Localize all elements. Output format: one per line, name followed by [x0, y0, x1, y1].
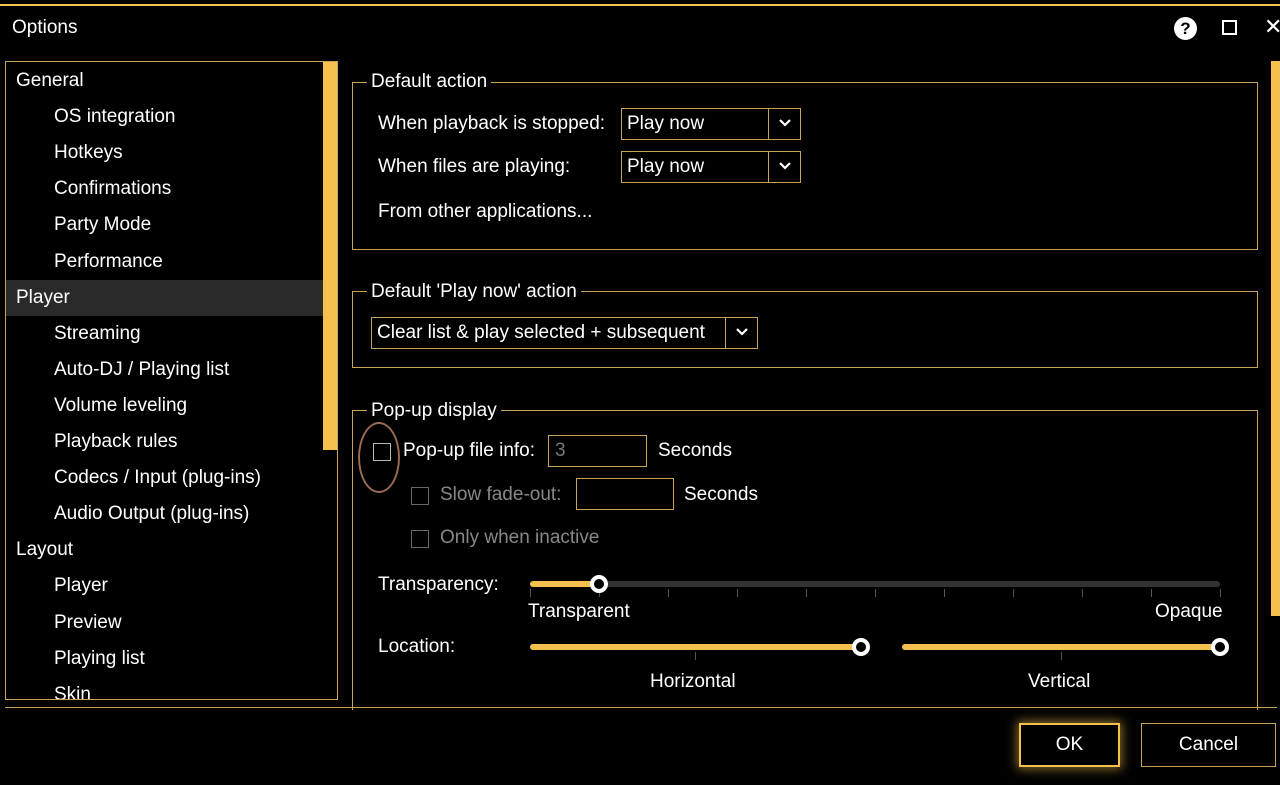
- highlight-circle-annotation: [358, 422, 400, 493]
- location-label: Location:: [378, 636, 456, 657]
- help-icon[interactable]: ?: [1174, 17, 1197, 40]
- horizontal-slider-thumb[interactable]: [852, 638, 870, 656]
- cancel-button[interactable]: Cancel: [1141, 723, 1276, 767]
- vertical-label: Vertical: [1028, 671, 1091, 692]
- tree-item[interactable]: OS integration: [6, 99, 324, 135]
- close-icon[interactable]: ✕: [1264, 15, 1280, 39]
- stopped-value: Play now: [627, 113, 705, 134]
- transparency-tick: [668, 589, 669, 597]
- popup-seconds-unit: Seconds: [658, 440, 732, 461]
- fade-seconds-unit: Seconds: [684, 484, 758, 505]
- tree-item[interactable]: Player: [6, 568, 324, 604]
- vertical-slider-thumb[interactable]: [1211, 638, 1229, 656]
- tree-item[interactable]: Auto-DJ / Playing list: [6, 352, 324, 388]
- popup-seconds-input[interactable]: 3: [548, 435, 647, 467]
- transparency-tick: [1151, 589, 1152, 597]
- transparency-tick: [737, 589, 738, 597]
- tree-scrollbar[interactable]: [323, 62, 337, 450]
- transparency-tick: [806, 589, 807, 597]
- tree-item[interactable]: Volume leveling: [6, 388, 324, 424]
- tree-item[interactable]: Streaming: [6, 316, 324, 352]
- horizontal-fill: [530, 644, 861, 650]
- play-now-action-legend: Default 'Play now' action: [367, 281, 581, 303]
- tree-item[interactable]: Player: [6, 279, 324, 316]
- window-title: Options: [12, 17, 78, 38]
- playing-label: When files are playing:: [378, 156, 571, 177]
- vertical-tick: [1061, 652, 1062, 660]
- fade-seconds-input[interactable]: [576, 478, 674, 510]
- chevron-down-icon[interactable]: [768, 152, 800, 182]
- transparency-track[interactable]: [530, 581, 1220, 587]
- tree-item[interactable]: Playing list: [6, 641, 324, 677]
- playing-value: Play now: [627, 156, 705, 177]
- stopped-label: When playback is stopped:: [378, 113, 606, 134]
- other-applications-button[interactable]: From other applications...: [378, 201, 592, 223]
- stopped-dropdown[interactable]: Play now: [621, 108, 801, 140]
- vertical-fill: [902, 644, 1220, 650]
- slow-fade-checkbox[interactable]: [411, 487, 429, 505]
- chevron-down-icon[interactable]: [725, 318, 757, 348]
- transparency-tick: [875, 589, 876, 597]
- transparency-tick: [1220, 589, 1221, 597]
- transparency-tick: [1013, 589, 1014, 597]
- popup-file-info-label: Pop-up file info:: [403, 440, 536, 461]
- popup-display-legend: Pop-up display: [367, 400, 501, 422]
- tree-item[interactable]: Audio Output (plug-ins): [6, 496, 324, 532]
- transparency-label: Transparency:: [378, 574, 499, 595]
- default-action-legend: Default action: [367, 71, 492, 93]
- footer-divider: [5, 707, 1277, 708]
- accent-line: [0, 4, 1280, 6]
- transparency-slider-thumb[interactable]: [590, 575, 608, 593]
- tree-item[interactable]: Playback rules: [6, 424, 324, 460]
- chevron-down-icon[interactable]: [768, 109, 800, 139]
- tree-item[interactable]: General: [6, 63, 324, 99]
- tree-item[interactable]: Confirmations: [6, 171, 324, 207]
- transparency-min-label: Transparent: [528, 601, 630, 622]
- only-inactive-label: Only when inactive: [440, 527, 600, 548]
- slow-fade-label: Slow fade-out:: [440, 484, 562, 505]
- popup-seconds-value: 3: [555, 440, 566, 461]
- tree-item[interactable]: Preview: [6, 605, 324, 641]
- transparency-fill: [530, 581, 599, 587]
- transparency-max-label: Opaque: [1155, 601, 1223, 622]
- only-inactive-checkbox[interactable]: [411, 530, 429, 548]
- ok-button[interactable]: OK: [1019, 723, 1120, 767]
- transparency-tick: [530, 589, 531, 597]
- play-now-value: Clear list & play selected + subsequent: [377, 322, 705, 343]
- tree-item[interactable]: Hotkeys: [6, 135, 324, 171]
- horizontal-tick: [695, 652, 696, 660]
- horizontal-label: Horizontal: [650, 671, 736, 692]
- playing-dropdown[interactable]: Play now: [621, 151, 801, 183]
- tree-item[interactable]: Party Mode: [6, 207, 324, 243]
- transparency-tick: [944, 589, 945, 597]
- maximize-icon[interactable]: [1222, 20, 1237, 35]
- tree-item[interactable]: Codecs / Input (plug-ins): [6, 460, 324, 496]
- tree-item[interactable]: Skin: [6, 677, 324, 699]
- tree-item[interactable]: Layout: [6, 532, 324, 568]
- transparency-tick: [1082, 589, 1083, 597]
- tree-item[interactable]: Performance: [6, 244, 324, 280]
- options-tree[interactable]: General OS integration Hotkeys Confirmation…: [5, 61, 338, 700]
- play-now-dropdown[interactable]: Clear list & play selected + subsequent: [371, 317, 758, 349]
- title-bar-top-border: [0, 0, 1280, 6]
- settings-scrollbar[interactable]: [1271, 61, 1280, 616]
